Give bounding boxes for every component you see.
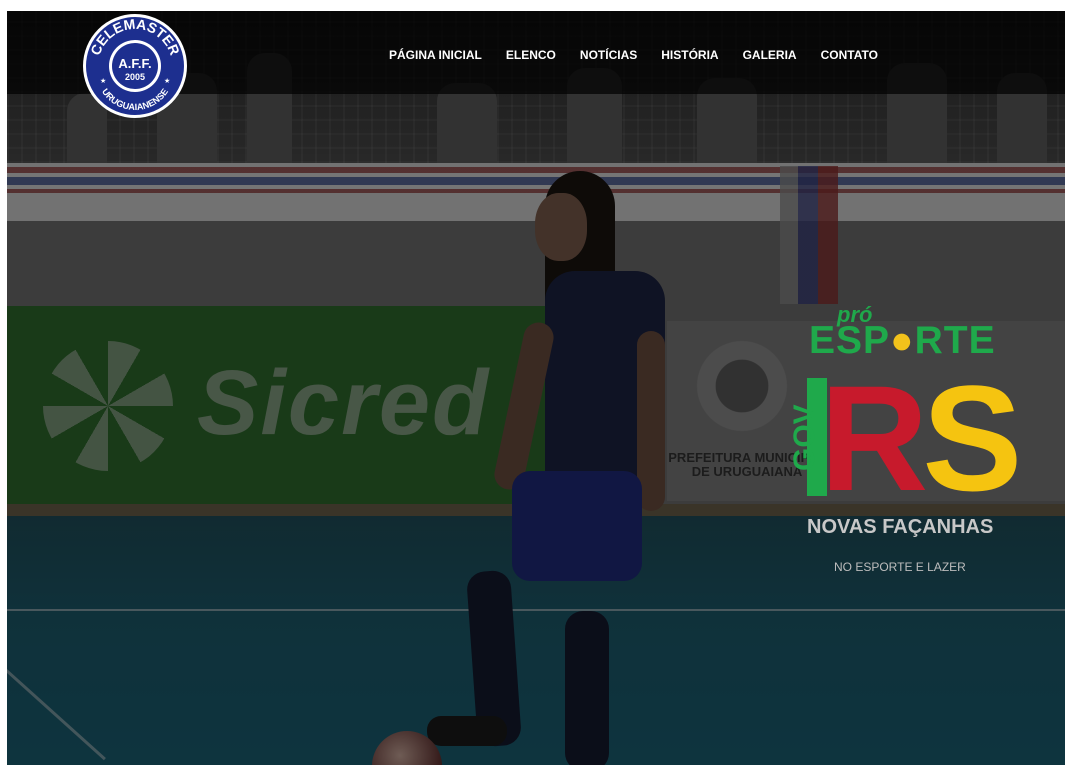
nav-item-noticias[interactable]: NOTÍCIAS bbox=[580, 48, 637, 62]
rs-logo: RS bbox=[820, 363, 1022, 513]
hero-frame: Sicred PREFEITURA MUNICIPAL DE URUGUAIAN… bbox=[7, 11, 1065, 765]
logo-year-text: 2005 bbox=[125, 72, 145, 82]
nav-item-contato[interactable]: CONTATO bbox=[821, 48, 878, 62]
nav-item-elenco[interactable]: ELENCO bbox=[506, 48, 556, 62]
rs-letter: R bbox=[820, 354, 928, 522]
novas-facanhas-label: NOVAS FAÇANHAS bbox=[807, 516, 994, 538]
nav-item-home[interactable]: PÁGINA INICIAL bbox=[389, 48, 482, 62]
star-icon: ★ bbox=[100, 77, 106, 85]
nav-item-historia[interactable]: HISTÓRIA bbox=[661, 48, 718, 62]
logo-center-text: A.F.F. bbox=[118, 56, 151, 71]
rs-letter: S bbox=[922, 354, 1022, 522]
esporte-lazer-label: NO ESPORTE E LAZER bbox=[834, 560, 966, 574]
club-logo[interactable]: CELEMASTER URUGUAIANENSE A.F.F. 2005 ★ ★ bbox=[82, 13, 188, 119]
main-nav: PÁGINA INICIAL ELENCO NOTÍCIAS HISTÓRIA … bbox=[389, 48, 902, 62]
site-header: CELEMASTER URUGUAIANENSE A.F.F. 2005 ★ ★… bbox=[7, 11, 1065, 118]
star-icon: ★ bbox=[164, 77, 170, 85]
nav-item-galeria[interactable]: GALERIA bbox=[743, 48, 797, 62]
